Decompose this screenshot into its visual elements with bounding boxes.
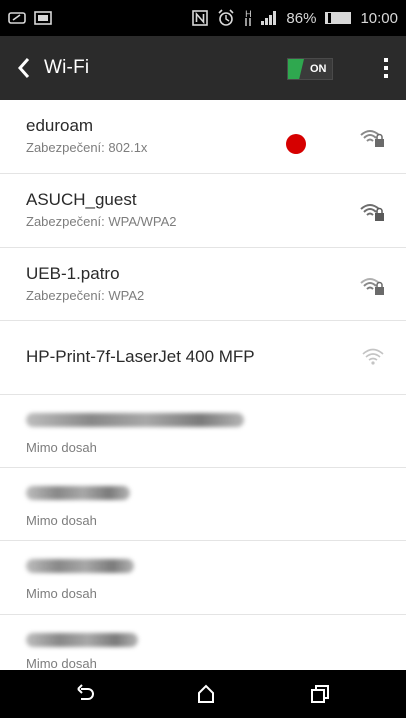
dot xyxy=(384,58,388,62)
signal-icon xyxy=(261,11,277,25)
redacted-network-name xyxy=(26,413,244,427)
chevron-left-icon xyxy=(17,58,30,78)
network-status: Mimo dosah xyxy=(26,513,97,528)
battery-percent: 86% xyxy=(286,9,317,27)
network-letter: H xyxy=(245,9,252,19)
battery-icon xyxy=(325,12,352,24)
wifi-toggle[interactable]: ON xyxy=(287,58,333,80)
network-item-eduroam[interactable]: eduroam Zabezpečení: 802.1x xyxy=(0,100,406,174)
network-security: Zabezpečení: WPA2 xyxy=(26,288,145,303)
wifi-lock-icon xyxy=(360,204,384,221)
network-status: Mimo dosah xyxy=(26,440,97,455)
network-name: UEB-1.patro xyxy=(26,264,120,283)
dot xyxy=(384,66,388,70)
navigation-bar xyxy=(0,670,406,718)
status-bar: H 86% 10:00 xyxy=(0,0,406,36)
page-title: Wi-Fi xyxy=(44,57,90,78)
redacted-network-name xyxy=(26,559,134,573)
dot xyxy=(384,74,388,78)
toggle-knob xyxy=(288,59,304,79)
overflow-menu-button[interactable] xyxy=(378,52,394,84)
network-item-out-of-range[interactable]: Mimo dosah xyxy=(0,615,406,674)
image-icon xyxy=(34,11,52,25)
network-type: H xyxy=(244,10,252,26)
network-item-hp-print[interactable]: HP-Print-7f-LaserJet 400 MFP xyxy=(0,321,406,395)
network-security: Zabezpečení: WPA/WPA2 xyxy=(26,214,177,229)
network-list: eduroam Zabezpečení: 802.1x ASUCH_guest … xyxy=(0,100,406,674)
clock: 10:00 xyxy=(360,9,398,27)
network-item-out-of-range[interactable]: Mimo dosah xyxy=(0,541,406,615)
network-item-out-of-range[interactable]: Mimo dosah xyxy=(0,468,406,541)
network-security: Zabezpečení: 802.1x xyxy=(26,140,148,155)
network-item-asuch-guest[interactable]: ASUCH_guest Zabezpečení: WPA/WPA2 xyxy=(0,174,406,248)
network-name: HP-Print-7f-LaserJet 400 MFP xyxy=(26,347,255,366)
network-name: ASUCH_guest xyxy=(26,190,137,209)
recent-apps-icon[interactable] xyxy=(308,682,332,706)
back-button[interactable] xyxy=(4,36,44,100)
red-annotation-dot xyxy=(286,134,306,154)
app-bar: Wi-Fi ON xyxy=(0,36,406,100)
home-icon[interactable] xyxy=(194,682,218,706)
nfc-icon xyxy=(192,10,209,26)
network-item-ueb-1-patro[interactable]: UEB-1.patro Zabezpečení: WPA2 xyxy=(0,248,406,321)
redacted-network-name xyxy=(26,633,138,647)
toggle-label: ON xyxy=(310,63,327,75)
network-name: eduroam xyxy=(26,116,94,135)
wifi-lock-icon xyxy=(360,278,384,295)
wifi-icon xyxy=(362,348,384,365)
redacted-network-name xyxy=(26,486,130,500)
edit-icon xyxy=(8,11,26,25)
network-status: Mimo dosah xyxy=(26,586,97,601)
alarm-icon xyxy=(217,9,235,27)
wifi-lock-icon xyxy=(360,130,384,147)
back-icon[interactable] xyxy=(74,682,98,706)
network-item-out-of-range[interactable]: Mimo dosah xyxy=(0,395,406,468)
